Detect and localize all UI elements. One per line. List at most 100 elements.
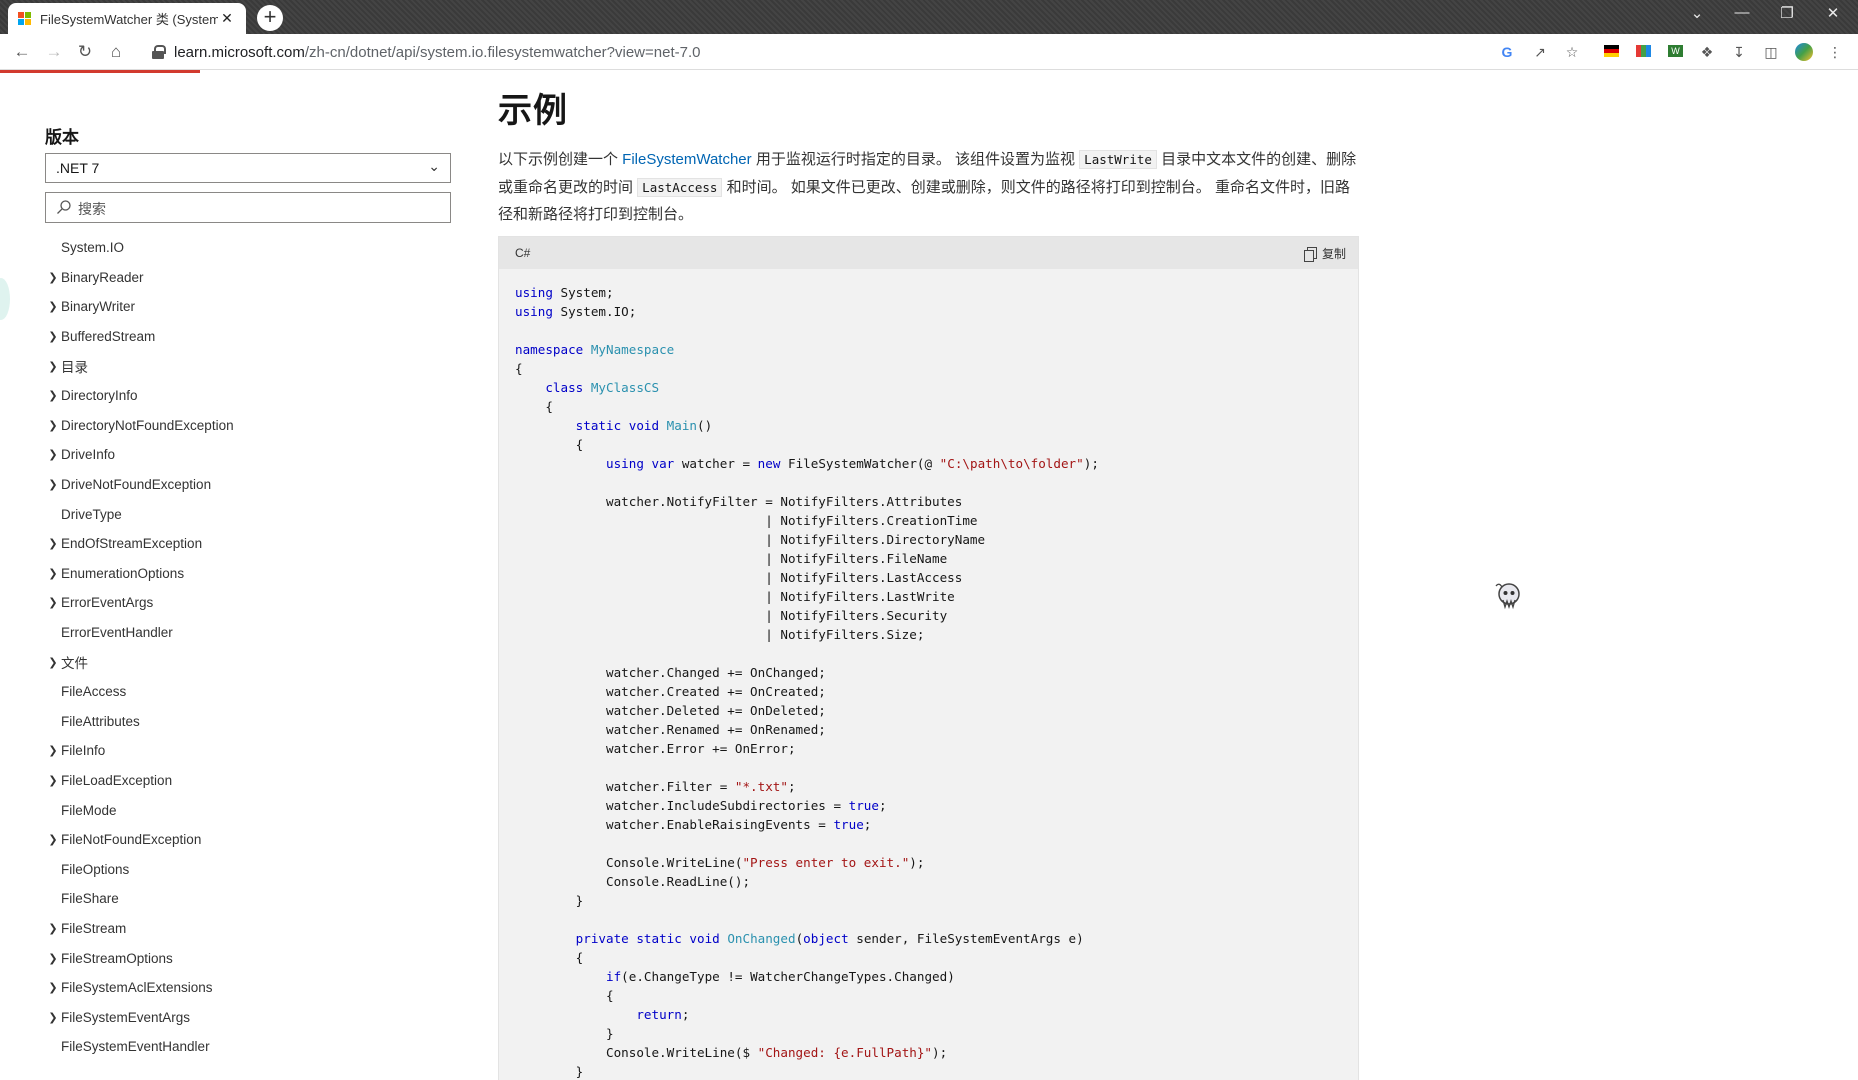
- chevron-right-icon[interactable]: ❯: [45, 300, 61, 313]
- toc-item[interactable]: FileSystemEventHandler: [45, 1032, 455, 1062]
- toc-item[interactable]: FileAttributes: [45, 707, 455, 737]
- toc-item[interactable]: ❯ FileNotFoundException: [45, 825, 455, 855]
- toc-item[interactable]: ❯ ErrorEventArgs: [45, 588, 455, 618]
- google-translate-icon[interactable]: G: [1498, 43, 1516, 61]
- code-line: | NotifyFilters.CreationTime: [515, 511, 1342, 530]
- new-tab-button[interactable]: +: [257, 5, 283, 31]
- toc-item[interactable]: System.IO: [45, 233, 455, 263]
- side-panel-icon[interactable]: ◫: [1762, 43, 1780, 61]
- browser-tab-strip: FileSystemWatcher 类 (System ✕ + ⌄ — ❐ ✕: [0, 0, 1858, 34]
- code-token: }: [515, 893, 584, 908]
- code-line: watcher.Deleted += OnDeleted;: [515, 701, 1342, 720]
- code-line: Console.WriteLine($ "Changed: {e.FullPat…: [515, 1043, 1342, 1062]
- chevron-right-icon[interactable]: ❯: [45, 448, 61, 461]
- reload-icon[interactable]: ↻: [73, 40, 97, 64]
- restore-button[interactable]: ❐: [1772, 4, 1802, 22]
- toc-item[interactable]: ❯ DirectoryNotFoundException: [45, 411, 455, 441]
- filesystemwatcher-link[interactable]: FileSystemWatcher: [622, 151, 751, 168]
- bookmark-star-icon[interactable]: ☆: [1563, 43, 1581, 61]
- toc-item[interactable]: ❯ FileStreamOptions: [45, 943, 455, 973]
- toc-item[interactable]: ❯ FileSystemAclExtensions: [45, 973, 455, 1003]
- code-line: Console.WriteLine("Press enter to exit."…: [515, 853, 1342, 872]
- toc-item[interactable]: ❯ EndOfStreamException: [45, 529, 455, 559]
- minimize-button[interactable]: —: [1727, 4, 1757, 21]
- chevron-right-icon[interactable]: ❯: [45, 567, 61, 580]
- toc-item[interactable]: ❯ FileStream: [45, 914, 455, 944]
- version-label: 版本: [45, 128, 79, 147]
- chevron-right-icon[interactable]: ❯: [45, 360, 61, 373]
- chevron-right-icon[interactable]: ❯: [45, 478, 61, 491]
- chevron-right-icon[interactable]: ❯: [45, 833, 61, 846]
- chevron-right-icon[interactable]: ❯: [45, 596, 61, 609]
- toc-item[interactable]: FileAccess: [45, 677, 455, 707]
- browser-tab[interactable]: FileSystemWatcher 类 (System ✕: [8, 3, 246, 34]
- lock-icon[interactable]: [152, 45, 166, 59]
- home-icon[interactable]: ⌂: [104, 40, 128, 64]
- code-token: watcher.Created += OnCreated;: [515, 684, 826, 699]
- toc-item[interactable]: ❯ BinaryWriter: [45, 292, 455, 322]
- chevron-right-icon[interactable]: ❯: [45, 389, 61, 402]
- code-content[interactable]: using System; using System.IO; namespace …: [499, 269, 1358, 1080]
- code-line: | NotifyFilters.LastAccess: [515, 568, 1342, 587]
- code-token: "Changed: {e.FullPath}": [750, 1045, 933, 1060]
- chevron-right-icon[interactable]: ❯: [45, 744, 61, 757]
- toc-item-label: EndOfStreamException: [61, 536, 203, 552]
- profile-avatar[interactable]: [1795, 43, 1813, 61]
- tab-search-icon[interactable]: ⌄: [1682, 4, 1712, 22]
- german-flag-extension-icon[interactable]: [1604, 45, 1619, 57]
- toc-item-label: DriveNotFoundException: [61, 477, 212, 493]
- chevron-right-icon[interactable]: ❯: [45, 419, 61, 432]
- toc-item[interactable]: FileOptions: [45, 854, 455, 884]
- chevron-right-icon[interactable]: ❯: [45, 774, 61, 787]
- toc-item[interactable]: FileMode: [45, 795, 455, 825]
- toc-item[interactable]: DriveType: [45, 499, 455, 529]
- code-token: {: [515, 950, 584, 965]
- menu-kebab-icon[interactable]: ⋮: [1826, 43, 1844, 61]
- version-select[interactable]: .NET 7 ⌄: [45, 153, 451, 183]
- toc-item[interactable]: ❯ FileLoadException: [45, 766, 455, 796]
- toc-item-label: ErrorEventHandler: [61, 625, 173, 641]
- chevron-right-icon[interactable]: ❯: [45, 330, 61, 343]
- code-token: true: [848, 798, 879, 813]
- toc-item[interactable]: ❯ 目录: [45, 351, 455, 381]
- toc-item[interactable]: ❯ DriveNotFoundException: [45, 470, 455, 500]
- address-bar[interactable]: learn.microsoft.com/zh-cn/dotnet/api/sys…: [140, 38, 1580, 66]
- toc-item[interactable]: ❯ EnumerationOptions: [45, 559, 455, 589]
- extensions-puzzle-icon[interactable]: ❖: [1698, 43, 1716, 61]
- toc-item[interactable]: ❯ DriveInfo: [45, 440, 455, 470]
- chevron-right-icon[interactable]: ❯: [45, 981, 61, 994]
- toc-item-label: FileNotFoundException: [61, 832, 202, 848]
- toc-item-label: FileSystemAclExtensions: [61, 980, 213, 996]
- colorful-extension-icon[interactable]: [1636, 45, 1651, 57]
- example-description: 以下示例创建一个 FileSystemWatcher 用于监视运行时指定的目录。…: [498, 146, 1358, 229]
- chevron-right-icon[interactable]: ❯: [45, 656, 61, 669]
- toc-item[interactable]: ❯ FileSystemEventArgs: [45, 1002, 455, 1032]
- excel-extension-icon[interactable]: W: [1668, 45, 1683, 57]
- code-line: namespace MyNamespace: [515, 340, 1342, 359]
- chevron-right-icon[interactable]: ❯: [45, 271, 61, 284]
- copy-button[interactable]: 复制: [1303, 245, 1346, 262]
- chevron-right-icon[interactable]: ❯: [45, 922, 61, 935]
- back-icon[interactable]: ←: [10, 40, 34, 64]
- search-icon: [57, 200, 71, 214]
- chevron-right-icon[interactable]: ❯: [45, 1011, 61, 1024]
- download-icon[interactable]: ↧: [1730, 43, 1748, 61]
- code-line: Console.ReadLine();: [515, 872, 1342, 891]
- code-line: | NotifyFilters.LastWrite: [515, 587, 1342, 606]
- chevron-right-icon[interactable]: ❯: [45, 952, 61, 965]
- forward-icon[interactable]: →: [42, 40, 66, 64]
- toc-item[interactable]: ErrorEventHandler: [45, 618, 455, 648]
- chevron-right-icon[interactable]: ❯: [45, 537, 61, 550]
- close-window-button[interactable]: ✕: [1818, 4, 1848, 22]
- toc-item[interactable]: ❯ FileInfo: [45, 736, 455, 766]
- toc-item[interactable]: ❯ BinaryReader: [45, 263, 455, 293]
- toc-item[interactable]: ❯ BufferedStream: [45, 322, 455, 352]
- toc-item[interactable]: FileShare: [45, 884, 455, 914]
- toc-item[interactable]: ❯ DirectoryInfo: [45, 381, 455, 411]
- toc-item[interactable]: ❯ 文件: [45, 647, 455, 677]
- close-tab-icon[interactable]: ✕: [218, 10, 236, 27]
- share-icon[interactable]: ↗: [1531, 43, 1549, 61]
- toc-search-input[interactable]: 搜索: [45, 192, 451, 223]
